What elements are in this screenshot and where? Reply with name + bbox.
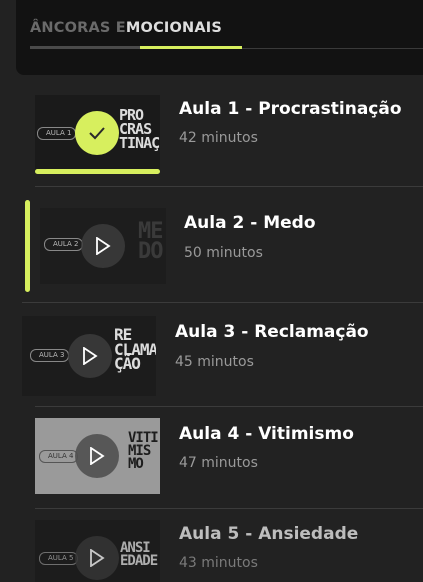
thumbnail-pill: AULA 5 — [39, 552, 79, 565]
lesson-duration: 43 minutos — [179, 555, 258, 571]
lesson-duration: 50 minutos — [184, 245, 263, 261]
divider — [35, 508, 423, 509]
lesson-item-4[interactable]: VITI MIS MO AULA 4 Aula 4 - Vitimismo 47… — [35, 418, 423, 498]
divider — [35, 186, 423, 187]
lesson-thumbnail: VITI MIS MO AULA 4 — [35, 418, 160, 494]
thumbnail-text: VITI MIS MO — [128, 430, 159, 472]
completed-check-icon — [75, 111, 119, 155]
module-header — [16, 0, 423, 75]
lesson-duration: 42 minutos — [179, 130, 258, 146]
lesson-title: Aula 5 - Ansiedade — [179, 524, 359, 544]
lesson-item-5[interactable]: ANSI EDADE AULA 5 Aula 5 - Ansiedade 43 … — [35, 518, 423, 582]
lesson-thumbnail: ME DO AULA 2 — [40, 208, 166, 284]
tab-module-title[interactable]: ÂNCORAS EMOCIONAIS — [30, 20, 222, 36]
divider — [35, 406, 423, 407]
lesson-title: Aula 2 - Medo — [184, 213, 316, 233]
lesson-thumbnail: RE CLAMA ÇÃO AULA 3 — [22, 316, 156, 396]
play-icon — [75, 536, 119, 580]
lesson-title: Aula 4 - Vitimismo — [179, 424, 354, 444]
tab-title-rest: MOCIONAIS — [125, 20, 223, 36]
active-lesson-indicator — [25, 200, 30, 292]
thumbnail-pill: AULA 1 — [37, 127, 77, 140]
play-icon — [75, 434, 119, 478]
lesson-title: Aula 3 - Reclamação — [175, 322, 369, 342]
lesson-thumbnail: PRO CRAS TINAÇ AULA 1 — [35, 95, 160, 171]
thumbnail-text: RE CLAMA ÇÃO — [114, 325, 156, 374]
play-icon — [68, 334, 112, 378]
thumbnail-text: ME DO — [138, 219, 163, 265]
lesson-duration: 47 minutos — [179, 455, 258, 471]
thumbnail-text: PRO CRAS TINAÇ — [119, 106, 160, 152]
lesson-item-1[interactable]: PRO CRAS TINAÇ AULA 1 Aula 1 - Procrasti… — [35, 93, 423, 183]
thumbnail-pill: AULA 3 — [30, 349, 70, 362]
divider — [22, 302, 423, 303]
tab-underline-active — [140, 46, 242, 49]
thumbnail-pill: AULA 4 — [39, 450, 79, 463]
tab-title-prefix: ÂNCORAS E — [30, 20, 126, 36]
tab-underline-inactive — [30, 46, 140, 49]
lesson-item-3[interactable]: RE CLAMA ÇÃO AULA 3 Aula 3 - Reclamação … — [22, 316, 423, 400]
play-icon — [81, 224, 125, 268]
lesson-duration: 45 minutos — [175, 354, 254, 370]
lesson-title: Aula 1 - Procrastinação — [179, 99, 402, 119]
lesson-progress-bar — [35, 169, 160, 174]
lesson-thumbnail: ANSI EDADE AULA 5 — [35, 520, 160, 582]
thumbnail-text: ANSI EDADE — [120, 540, 158, 569]
thumbnail-pill: AULA 2 — [44, 238, 84, 251]
lesson-item-2[interactable]: ME DO AULA 2 Aula 2 - Medo 50 minutos — [40, 208, 423, 288]
